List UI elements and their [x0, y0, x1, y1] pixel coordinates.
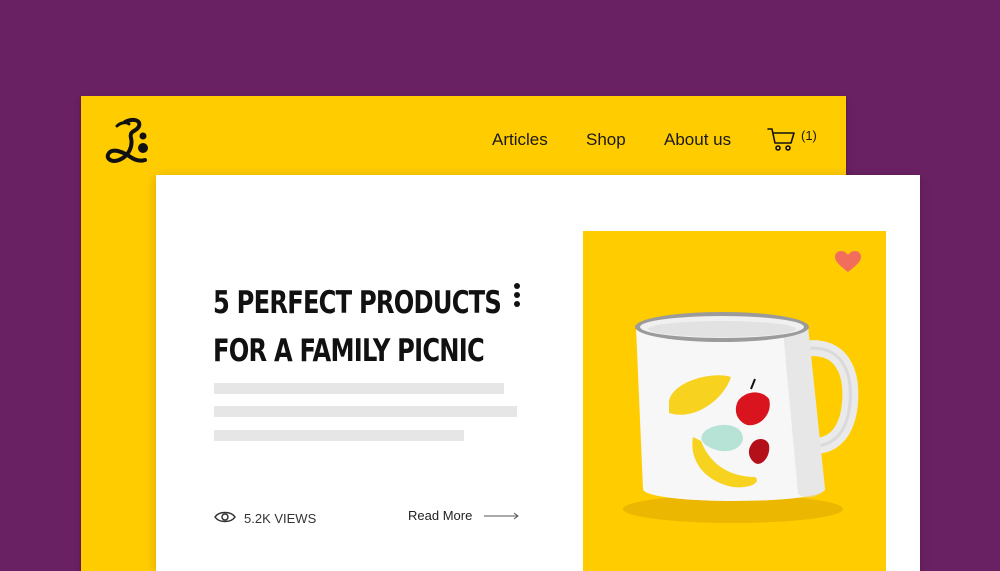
views-label: 5.2K VIEWS [244, 511, 317, 526]
nav-item-articles[interactable]: Articles [492, 130, 548, 150]
text-placeholder-line [214, 430, 464, 441]
eye-icon [214, 511, 236, 523]
cart-count-badge: (1) [801, 128, 817, 143]
text-placeholder-line [214, 383, 504, 394]
article-card: 5 PERFECT PRODUCTS FOR A FAMILY PICNIC 5… [156, 175, 920, 571]
heart-icon [835, 251, 861, 272]
article-title-line-1: 5 PERFECT PRODUCTS [213, 285, 502, 321]
read-more-link[interactable]: Read More [408, 507, 519, 525]
article-title[interactable]: 5 PERFECT PRODUCTS FOR A FAMILY PICNIC [213, 279, 502, 375]
nav-item-about-us[interactable]: About us [664, 130, 731, 150]
main-nav: Articles Shop About us [81, 130, 846, 152]
text-placeholder-line [214, 406, 517, 417]
nav-item-shop[interactable]: Shop [586, 130, 626, 150]
more-icon[interactable] [512, 283, 522, 311]
cart-icon[interactable] [767, 126, 797, 152]
arrow-right-icon [484, 512, 519, 520]
mug-image [623, 312, 859, 523]
product-image[interactable] [583, 231, 886, 571]
article-title-line-2: FOR A FAMILY PICNIC [213, 333, 485, 369]
read-more-label: Read More [408, 508, 473, 523]
